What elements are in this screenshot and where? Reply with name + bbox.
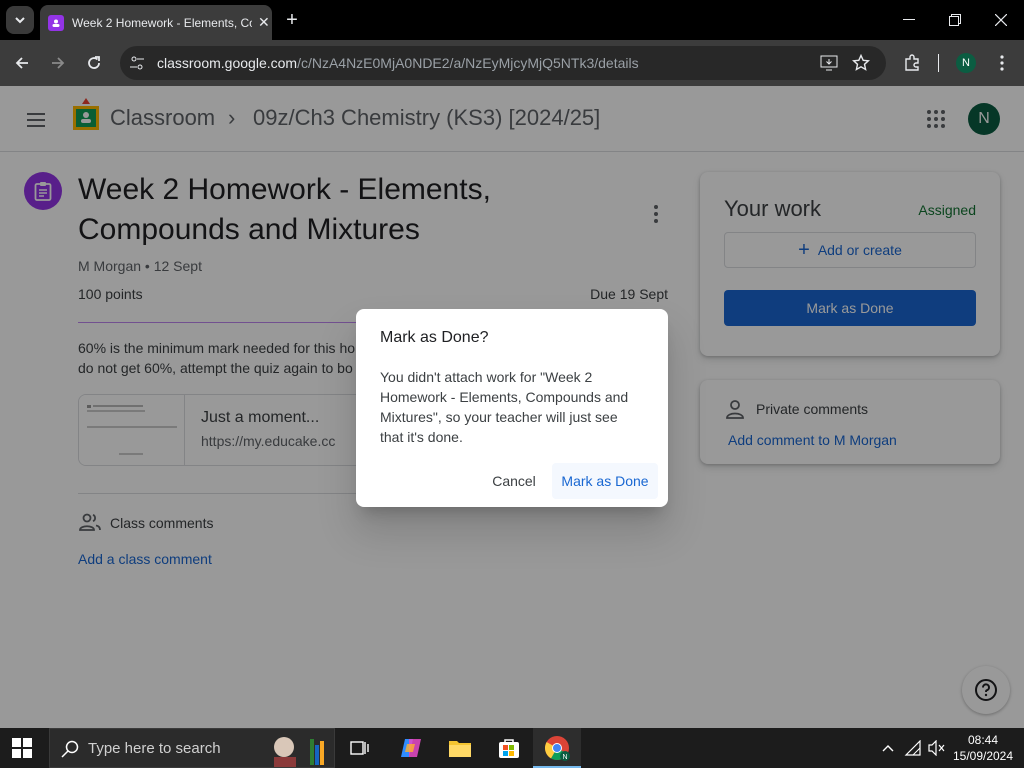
mark-as-done-dialog: Mark as Done? You didn't attach work for… (356, 309, 668, 507)
dialog-body: You didn't attach work for "Week 2 Homew… (380, 369, 629, 445)
back-arrow-icon[interactable] (8, 49, 36, 77)
toolbar-divider (938, 54, 939, 72)
url-host: classroom.google.com (157, 55, 298, 71)
reload-icon[interactable] (80, 49, 108, 77)
site-info-icon[interactable] (128, 54, 146, 72)
extensions-puzzle-icon[interactable] (898, 49, 926, 77)
copilot-icon[interactable] (397, 734, 425, 762)
chrome-icon: N (544, 736, 570, 761)
windows-taskbar: Type here to search N 08:44 15/09/2024 (0, 728, 1024, 768)
minimize-window-icon[interactable] (886, 6, 932, 34)
dialog-mark-as-done-button[interactable]: Mark as Done (552, 463, 658, 499)
url-text: classroom.google.com/c/NzA4NzE0MjA0NDE2/… (157, 55, 639, 71)
clock-date: 15/09/2024 (952, 749, 1014, 763)
browser-toolbar: classroom.google.com/c/NzA4NzE0MjA0NDE2/… (0, 40, 1024, 86)
clock-time: 08:44 (967, 733, 999, 747)
browser-tab-bar: Week 2 Homework - Elements, Compounds an… (0, 0, 1024, 40)
network-icon[interactable] (904, 739, 922, 756)
new-tab-plus-icon[interactable]: + (280, 8, 304, 32)
show-hidden-icons-chevron-icon[interactable] (880, 740, 898, 756)
task-view-icon[interactable] (346, 734, 374, 762)
tab-title: Week 2 Homework - Elements, Compounds an… (72, 15, 252, 30)
chrome-taskbar-button[interactable]: N (533, 728, 581, 768)
install-app-icon[interactable] (820, 55, 838, 71)
dialog-cancel-button[interactable]: Cancel (480, 463, 548, 499)
forward-arrow-icon[interactable] (44, 49, 72, 77)
tab-close-icon[interactable]: ✕ (258, 14, 270, 31)
address-bar[interactable]: classroom.google.com/c/NzA4NzE0MjA0NDE2/… (120, 46, 886, 80)
classroom-favicon-icon (48, 14, 64, 31)
search-placeholder: Type here to search (88, 740, 221, 757)
bookmark-star-icon[interactable] (851, 53, 871, 72)
taskbar-search-box[interactable]: Type here to search (49, 728, 335, 768)
restore-window-icon[interactable] (932, 6, 978, 34)
windows-start-icon[interactable] (12, 738, 32, 758)
url-path: /c/NzA4NzE0MjA0NDE2/a/NzEyMjcyMjQ5NTk3/d… (297, 55, 639, 71)
search-icon (60, 739, 80, 759)
tab-search-chevron-icon[interactable] (6, 6, 34, 34)
dialog-title: Mark as Done? (380, 329, 489, 346)
close-window-icon[interactable] (978, 6, 1024, 34)
browser-menu-icon[interactable] (988, 49, 1016, 77)
file-explorer-icon[interactable] (446, 734, 474, 762)
browser-profile-avatar[interactable]: N (956, 53, 976, 73)
svg-text:N: N (562, 754, 567, 761)
volume-muted-icon[interactable] (928, 739, 946, 757)
taskbar-clock[interactable]: 08:44 15/09/2024 (950, 732, 1016, 764)
search-highlight-illustration-icon[interactable] (270, 731, 332, 767)
microsoft-store-icon[interactable] (495, 734, 523, 762)
browser-tab[interactable]: Week 2 Homework - Elements, Compounds an… (40, 5, 272, 40)
